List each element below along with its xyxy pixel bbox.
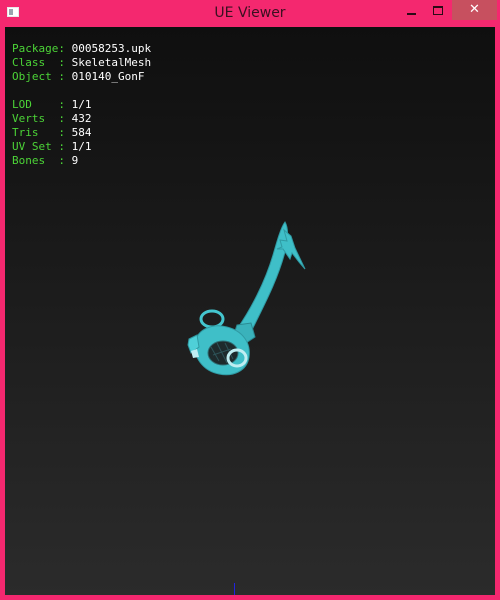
close-icon: ✕ — [469, 2, 480, 17]
skeletal-mesh-render[interactable] — [5, 27, 495, 595]
minimize-icon — [406, 12, 416, 15]
axis-indicator — [234, 583, 235, 595]
title-bar[interactable]: UE Viewer ✕ — [0, 0, 500, 27]
maximize-button[interactable] — [425, 0, 451, 20]
app-window: UE Viewer ✕ Package: 00058253.upk Class … — [0, 0, 500, 600]
maximize-icon — [433, 6, 443, 15]
minimize-button[interactable] — [398, 0, 424, 20]
close-button[interactable]: ✕ — [452, 0, 497, 20]
3d-viewport[interactable]: Package: 00058253.upk Class : SkeletalMe… — [5, 27, 495, 595]
